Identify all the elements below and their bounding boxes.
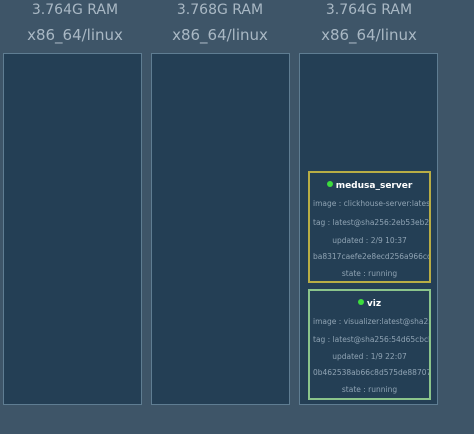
- container-updated: updated : 1/9 22:07: [332, 352, 407, 361]
- container-id: 0b462538ab66c8d575de88707a3e: [313, 368, 431, 377]
- container-state: state : running: [341, 269, 398, 278]
- node-ram-label: 3.764G RAM: [325, 2, 413, 18]
- node-arch-label: x86_64/linux: [172, 26, 268, 44]
- container-image: image : clickhouse-server:latest@sha256:: [313, 199, 431, 208]
- node-column-2: [151, 53, 290, 405]
- container-updated: updated : 2/9 10:37: [332, 236, 407, 245]
- container-title: medusa_server: [310, 180, 429, 192]
- container-name: viz: [366, 299, 382, 309]
- node-column-1: [3, 53, 142, 405]
- container-tag: tag : latest@sha256:54d65cbcbff52: [313, 335, 429, 344]
- container-card-medusa-server[interactable]: medusa_server image : clickhouse-server:…: [308, 171, 431, 283]
- container-name: medusa_server: [335, 181, 413, 191]
- status-dot-icon: [326, 181, 333, 187]
- node-ram-label: 3.768G RAM: [176, 2, 264, 18]
- status-dot-icon: [357, 299, 364, 305]
- container-id: ba8317caefe2e8ecd256a966cdc40: [313, 252, 429, 261]
- container-title: viz: [310, 298, 429, 310]
- node-arch-label: x86_64/linux: [321, 26, 417, 44]
- container-image: image : visualizer:latest@sha256:5: [313, 317, 429, 326]
- container-tag: tag : latest@sha256:2eb53eb244f4: [313, 218, 430, 227]
- container-card-viz[interactable]: viz image : visualizer:latest@sha256:5 t…: [308, 289, 431, 400]
- container-state: state : running: [341, 385, 398, 394]
- node-arch-label: x86_64/linux: [27, 26, 123, 44]
- node-ram-label: 3.764G RAM: [31, 2, 119, 18]
